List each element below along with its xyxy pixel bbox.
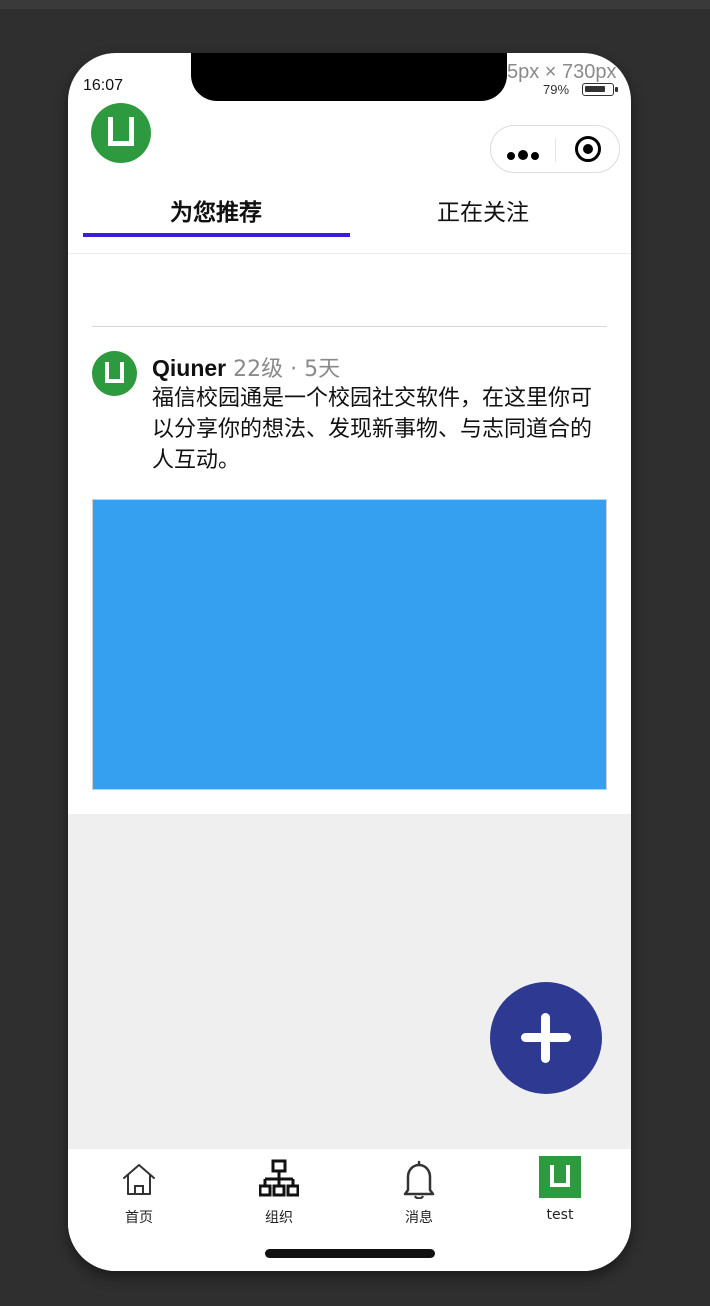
status-time: 16:07 [83,77,124,94]
header-divider [68,253,631,254]
device-notch [191,53,507,101]
add-post-button[interactable] [490,982,602,1094]
post-author[interactable]: Qiuner [152,355,226,381]
home-indicator [265,1249,435,1258]
tabbar-label-home: 首页 [125,1210,153,1226]
target-circle-icon[interactable] [575,136,601,162]
tabbar-item-org[interactable]: 组织 [209,1149,349,1229]
mini-program-capsule [490,125,620,173]
post-divider [92,326,607,327]
post-meta: 22级 · 5天 [226,357,341,382]
bell-icon [403,1160,435,1199]
more-dots-icon[interactable] [507,145,542,164]
tabbar-item-profile[interactable]: test [490,1149,630,1229]
org-chart-icon [259,1159,299,1197]
tab-following[interactable]: 正在关注 [350,193,616,239]
battery-fill [585,86,605,92]
feed-tabs: 为您推荐 正在关注 [83,193,616,239]
capsule-divider [555,138,556,162]
avatar-icon [539,1156,581,1198]
browser-top-strip [0,0,710,9]
tabbar-label-org: 组织 [265,1210,293,1226]
battery-percent: 79% [543,82,570,97]
active-tab-underline [83,233,350,237]
post-text[interactable]: 福信校园通是一个校园社交软件，在这里你可以分享你的想法、发现新事物、与志同道合的… [152,383,597,476]
home-icon [123,1164,155,1195]
tabbar-item-messages[interactable]: 消息 [349,1149,489,1229]
post-header: Qiuner 22级 · 5天 [152,351,340,383]
dimensions-overlay: 5px × 730px [507,61,617,83]
battery-icon [582,83,618,96]
tabbar-label-profile: test [546,1207,574,1223]
u-logo-icon[interactable] [91,103,151,163]
phone-frame: 16:07 5px × 730px 79% 为您推荐 正在关注 Qiuner 2… [68,53,631,1271]
post-avatar[interactable] [92,351,137,396]
tabbar-item-home[interactable]: 首页 [69,1149,209,1229]
post-image[interactable] [92,499,607,790]
tabbar-label-messages: 消息 [405,1210,433,1226]
